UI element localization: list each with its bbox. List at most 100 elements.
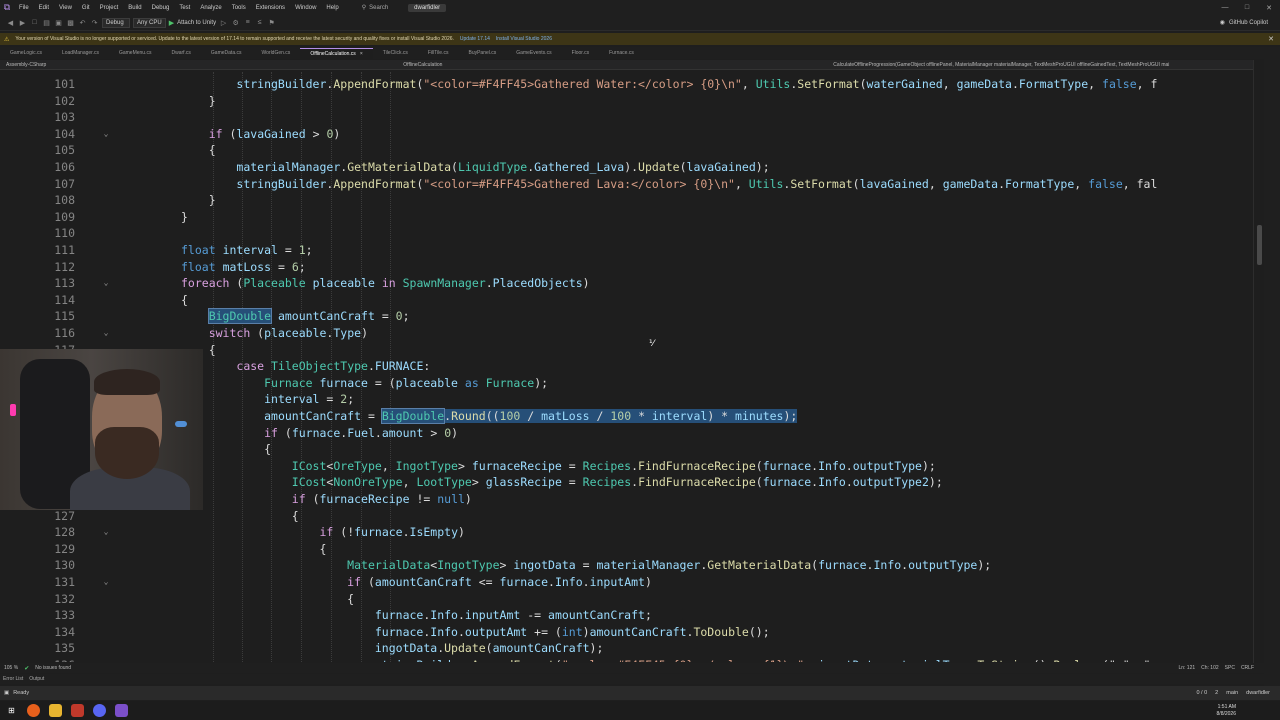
menu-view[interactable]: View <box>54 5 77 11</box>
code-line[interactable]: 102 } <box>0 93 1253 110</box>
member-dropdown[interactable]: CalculateOfflineProgression(GameObject o… <box>827 62 1175 68</box>
tab-document[interactable]: GameMenu.cs <box>109 48 162 59</box>
scrollbar-thumb[interactable] <box>1257 225 1262 265</box>
menu-help[interactable]: Help <box>321 5 343 11</box>
menu-test[interactable]: Test <box>174 5 195 11</box>
code-line[interactable]: 116 ⌄ switch (placeable.Type) <box>0 325 1253 342</box>
close-icon[interactable]: × <box>360 51 363 57</box>
code-line[interactable]: 130 MaterialData<IngotType> ingotData = … <box>0 557 1253 574</box>
branch-name[interactable]: main <box>1226 690 1238 696</box>
code-line[interactable]: 113 ⌄ foreach (Placeable placeable in Spaw… <box>0 275 1253 292</box>
code-line[interactable]: 108 } <box>0 192 1253 209</box>
tab-document[interactable]: BuyPanel.cs <box>458 48 506 59</box>
redo-icon[interactable]: ↷ <box>90 19 99 27</box>
visual-studio-icon[interactable] <box>115 704 128 717</box>
code-line[interactable]: 115 BigDouble amountCanCraft = 0; <box>0 308 1253 325</box>
git-changes[interactable]: 0 / 0 <box>1196 690 1207 696</box>
zoom-level[interactable]: 105 % <box>4 665 18 671</box>
menu-debug[interactable]: Debug <box>147 5 175 11</box>
project-dropdown[interactable]: Assembly-CSharp <box>0 62 52 68</box>
pending-edits[interactable]: 2 <box>1215 690 1218 696</box>
open-icon[interactable]: ▤ <box>42 19 51 27</box>
code-line[interactable]: 134 furnace.Info.outputAmt += (int)amoun… <box>0 624 1253 641</box>
bookmark-icon[interactable]: ⚑ <box>267 19 276 27</box>
code-line[interactable]: 131 ⌄ if (amountCanCraft <= furnace.Info.… <box>0 574 1253 591</box>
close-icon[interactable]: ✕ <box>1258 4 1280 12</box>
tab-document[interactable]: GameLogic.cs <box>0 48 52 59</box>
fold-chevron-icon[interactable]: ⌄ <box>100 275 112 292</box>
attach-button[interactable]: Attach to Unity <box>177 20 216 26</box>
code-line[interactable]: 109} <box>0 209 1253 226</box>
firefox-icon[interactable] <box>27 704 40 717</box>
menu-edit[interactable]: Edit <box>34 5 54 11</box>
tab-document[interactable]: GameEvents.cs <box>506 48 561 59</box>
tab-document[interactable]: Floor.cs <box>562 48 600 59</box>
install-link[interactable]: Install Visual Studio 2026 <box>496 36 552 42</box>
menu-analyze[interactable]: Analyze <box>195 5 226 11</box>
code-line[interactable]: 110 <box>0 225 1253 242</box>
format-icon[interactable]: ≡ <box>243 19 252 26</box>
file-explorer-icon[interactable] <box>49 704 62 717</box>
code-line[interactable]: 111 float interval = 1; <box>0 242 1253 259</box>
undo-icon[interactable]: ↶ <box>78 19 87 27</box>
code-line[interactable]: 103 <box>0 109 1253 126</box>
vertical-scrollbar[interactable] <box>1253 60 1264 663</box>
fold-chevron-icon[interactable]: ⌄ <box>100 126 112 143</box>
code-line[interactable]: 106 materialManager.GetMaterialData(Liqu… <box>0 159 1253 176</box>
line-endings[interactable]: CRLF <box>1241 665 1254 671</box>
code-line[interactable]: 107 stringBuilder.AppendFormat("<color=#… <box>0 176 1253 193</box>
code-line[interactable]: 127 { <box>0 508 1253 525</box>
tab-document[interactable]: Furnace.cs <box>599 48 644 59</box>
maximize-icon[interactable]: □ <box>1236 4 1258 12</box>
new-file-icon[interactable]: □ <box>30 19 39 26</box>
tab-document[interactable]: OfflineCalculation.cs × <box>300 48 373 59</box>
tab-document[interactable]: WorldGen.cs <box>252 48 301 59</box>
tab-error-list[interactable]: Error List <box>3 676 23 682</box>
run-icon[interactable]: ▷ <box>219 19 228 27</box>
menu-extensions[interactable]: Extensions <box>251 5 290 11</box>
whitespace-mode[interactable]: SPC <box>1225 665 1235 671</box>
menu-window[interactable]: Window <box>290 5 321 11</box>
code-line[interactable]: 114 { <box>0 292 1253 309</box>
discord-icon[interactable] <box>93 704 106 717</box>
tab-document[interactable]: GameData.cs <box>201 48 252 59</box>
comment-icon[interactable]: ≤ <box>255 19 264 26</box>
code-line[interactable]: 133 furnace.Info.inputAmt -= amountCanCr… <box>0 607 1253 624</box>
play-icon[interactable]: ▶ <box>169 19 174 27</box>
copilot-button[interactable]: ◉ GitHub Copilot <box>1220 19 1280 27</box>
menu-project[interactable]: Project <box>95 5 124 11</box>
class-dropdown[interactable]: OfflineCalculation <box>397 62 817 68</box>
clock[interactable]: 1:51 AM 8/8/2026 <box>1217 704 1280 718</box>
minimize-icon[interactable]: — <box>1214 4 1236 12</box>
close-icon[interactable]: ✕ <box>1268 35 1280 43</box>
code-line[interactable]: 135 ingotData.Update(amountCanCraft); <box>0 640 1253 657</box>
issues-status[interactable]: No issues found <box>35 665 71 671</box>
save-all-icon[interactable]: ▩ <box>66 19 75 27</box>
code-line[interactable]: 104 ⌄ if (lavaGained > 0) <box>0 126 1253 143</box>
tab-output[interactable]: Output <box>29 676 44 682</box>
repo-name[interactable]: dwarfidler <box>1246 690 1270 696</box>
save-icon[interactable]: ▣ <box>54 19 63 27</box>
tab-document[interactable]: FillTile.cs <box>418 48 459 59</box>
tab-document[interactable]: TileClick.cs <box>373 48 418 59</box>
code-line[interactable]: 128 ⌄ if (!furnace.IsEmpty) <box>0 524 1253 541</box>
forward-icon[interactable]: ▶ <box>18 19 27 27</box>
menu-git[interactable]: Git <box>77 5 95 11</box>
fold-chevron-icon[interactable]: ⌄ <box>100 325 112 342</box>
code-line[interactable]: 129 { <box>0 541 1253 558</box>
code-line[interactable]: 132 { <box>0 591 1253 608</box>
tool-icon[interactable]: ⚙ <box>231 19 240 27</box>
code-line[interactable]: 112 float matLoss = 6; <box>0 259 1253 276</box>
menu-build[interactable]: Build <box>123 5 146 11</box>
fold-chevron-icon[interactable]: ⌄ <box>100 524 112 541</box>
update-link[interactable]: Update 17.14 <box>460 36 490 42</box>
tab-document[interactable]: LoadManager.cs <box>52 48 109 59</box>
menu-file[interactable]: File <box>14 5 34 11</box>
vs-logo-icon[interactable]: ⧉ <box>0 0 14 15</box>
config-select[interactable]: Debug <box>102 17 130 28</box>
platform-select[interactable]: Any CPU <box>133 17 166 28</box>
back-icon[interactable]: ◀ <box>6 19 15 27</box>
code-line[interactable]: 105 { <box>0 142 1253 159</box>
fold-chevron-icon[interactable]: ⌄ <box>100 574 112 591</box>
side-panel-rail[interactable] <box>1264 47 1280 687</box>
